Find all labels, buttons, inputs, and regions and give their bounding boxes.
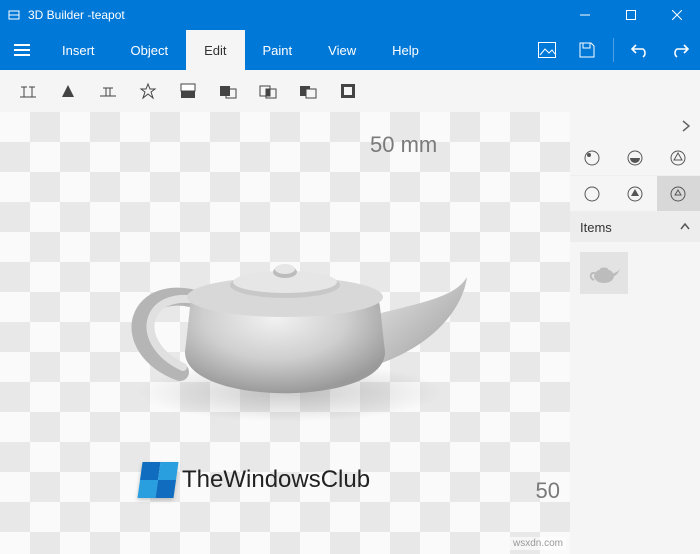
- menu-bar: Insert Object Edit Paint View Help: [0, 30, 700, 70]
- watermark: TheWindowsClub: [140, 462, 370, 498]
- hollow-tool-icon[interactable]: [328, 70, 368, 112]
- menu-object[interactable]: Object: [113, 30, 187, 70]
- menu-paint[interactable]: Paint: [245, 30, 311, 70]
- minimize-button[interactable]: [562, 0, 608, 30]
- merge-tool-icon[interactable]: [208, 70, 248, 112]
- chevron-right-icon: [682, 120, 690, 132]
- shading-mode-3[interactable]: [657, 140, 700, 176]
- undo-icon[interactable]: [620, 30, 660, 70]
- maximize-button[interactable]: [608, 0, 654, 30]
- menu-view[interactable]: View: [310, 30, 374, 70]
- chevron-up-icon: [680, 223, 690, 231]
- split-tool-icon[interactable]: [8, 70, 48, 112]
- save-icon[interactable]: [567, 30, 607, 70]
- ruler-label-top: 50 mm: [370, 132, 437, 158]
- plane-tool-icon[interactable]: [88, 70, 128, 112]
- window-title: 3D Builder -teapot: [28, 8, 562, 22]
- source-badge: wsxdn.com: [510, 537, 566, 550]
- viewport[interactable]: 50 mm 50: [0, 112, 570, 554]
- contrast-tool-icon[interactable]: [168, 70, 208, 112]
- items-header[interactable]: Items: [570, 212, 700, 242]
- image-icon[interactable]: [527, 30, 567, 70]
- menu-edit[interactable]: Edit: [186, 30, 244, 70]
- menu-insert[interactable]: Insert: [44, 30, 113, 70]
- simplify-tool-icon[interactable]: [48, 70, 88, 112]
- shading-mode-row-1: [570, 140, 700, 176]
- shading-mode-1[interactable]: [570, 140, 613, 176]
- hamburger-menu[interactable]: [0, 30, 44, 70]
- app-icon: [0, 8, 28, 22]
- intersect-tool-icon[interactable]: [248, 70, 288, 112]
- watermark-text: TheWindowsClub: [182, 466, 370, 494]
- items-label: Items: [580, 220, 612, 235]
- redo-icon[interactable]: [660, 30, 700, 70]
- side-panel: Items: [570, 112, 700, 554]
- collapse-panel-button[interactable]: [570, 112, 700, 140]
- workspace: 50 mm 50: [0, 112, 700, 554]
- emboss-tool-icon[interactable]: [128, 70, 168, 112]
- shading-mode-row-2: [570, 176, 700, 212]
- shading-mode-4[interactable]: [570, 176, 613, 212]
- edit-toolbar: [0, 70, 700, 112]
- teapot-object[interactable]: [95, 207, 475, 427]
- shading-mode-2[interactable]: [613, 140, 656, 176]
- shading-mode-5[interactable]: [613, 176, 656, 212]
- menu-help[interactable]: Help: [374, 30, 437, 70]
- close-button[interactable]: [654, 0, 700, 30]
- ruler-label-right: 50: [536, 478, 560, 504]
- shading-mode-6[interactable]: [657, 176, 700, 212]
- title-bar: 3D Builder -teapot: [0, 0, 700, 30]
- watermark-logo-icon: [137, 462, 178, 498]
- subtract-tool-icon[interactable]: [288, 70, 328, 112]
- item-thumbnail-teapot[interactable]: [580, 252, 628, 294]
